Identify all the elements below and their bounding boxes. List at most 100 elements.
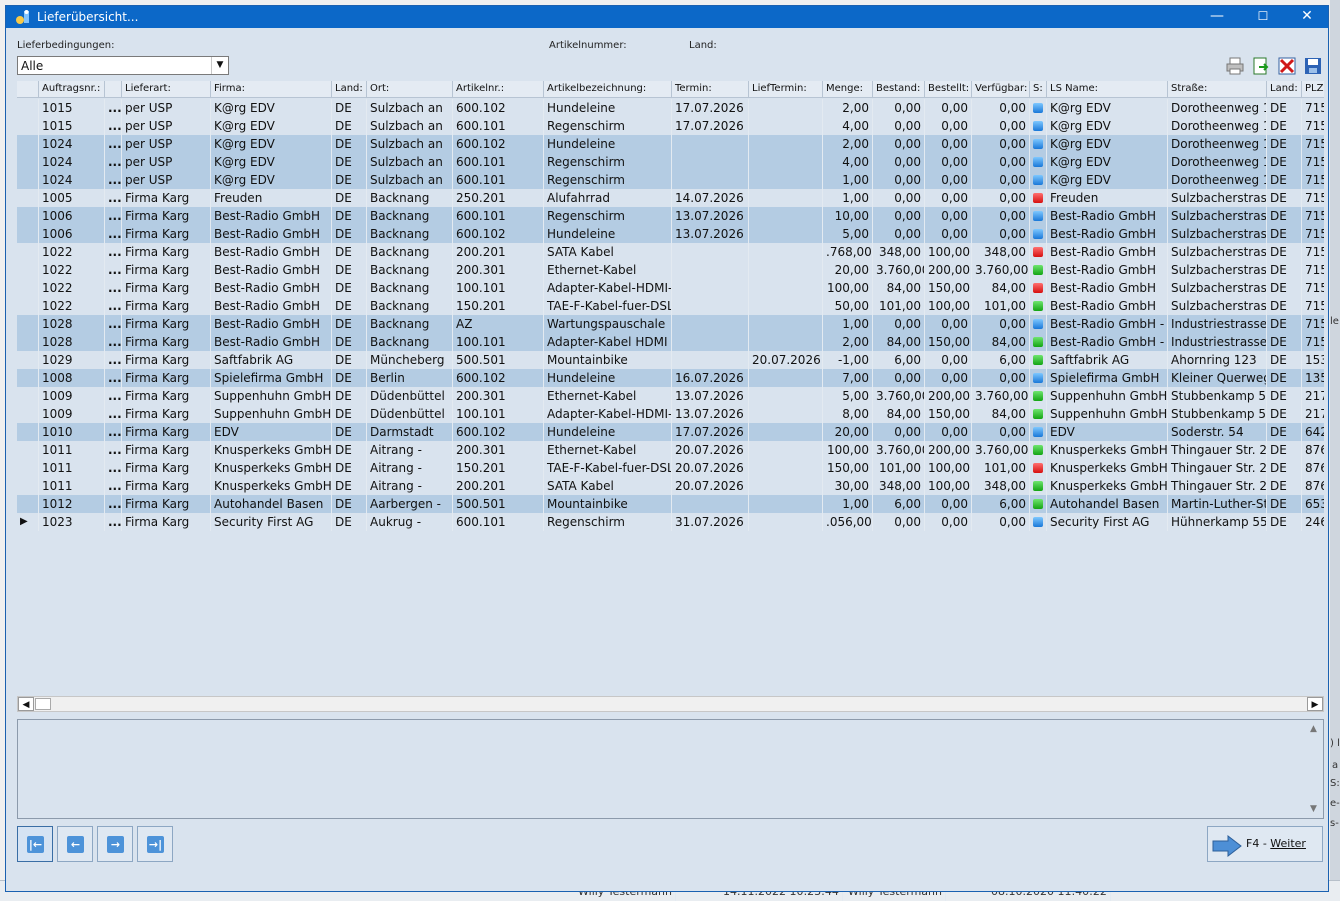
- chevron-down-icon[interactable]: ▼: [211, 57, 228, 74]
- table-row[interactable]: 1015... per USP K@rg EDV DE Sulzbach an 600.1…: [17, 99, 1324, 117]
- column-header-ls-name[interactable]: LS Name:: [1047, 81, 1168, 98]
- cell-land: DE: [332, 171, 367, 189]
- cell-details-button[interactable]: ...: [105, 405, 122, 423]
- table-row[interactable]: 1008... Firma Karg Spielefirma GmbH DE Berli…: [17, 369, 1324, 387]
- column-header-artikelnr[interactable]: Artikelnr.:: [453, 81, 544, 98]
- column-header-strasse[interactable]: Straße:: [1168, 81, 1267, 98]
- column-header-menge[interactable]: Menge:: [823, 81, 873, 98]
- column-header-row-indicator[interactable]: [17, 81, 39, 98]
- first-record-button[interactable]: |←: [17, 826, 53, 862]
- cell-details-button[interactable]: ...: [105, 513, 122, 531]
- table-row[interactable]: 1009... Firma Karg Suppenhuhn GmbH DE Düdenb…: [17, 387, 1324, 405]
- scroll-thumb[interactable]: [35, 698, 51, 710]
- next-record-button[interactable]: →: [97, 826, 133, 862]
- cell-row-indicator: [17, 333, 39, 351]
- cell-auftragsnr: 1022: [39, 243, 105, 261]
- table-row[interactable]: ▶ 1023... Firma Karg Security First AG DE Auk…: [17, 513, 1324, 531]
- column-header-bestellt[interactable]: Bestellt:: [925, 81, 972, 98]
- cell-menge: 7,00: [823, 369, 873, 387]
- table-row[interactable]: 1010... Firma Karg EDV DE Darmstadt 600.102 Hu…: [17, 423, 1324, 441]
- scroll-right-button[interactable]: ▶: [1307, 697, 1323, 711]
- cell-details-button[interactable]: ...: [105, 135, 122, 153]
- minimize-button[interactable]: —: [1194, 6, 1240, 28]
- table-row[interactable]: 1009... Firma Karg Suppenhuhn GmbH DE Düdenb…: [17, 405, 1324, 423]
- horizontal-scrollbar[interactable]: ◀ ▶: [17, 696, 1324, 712]
- column-header-bestand[interactable]: Bestand:: [873, 81, 925, 98]
- column-header-firma[interactable]: Firma:: [211, 81, 332, 98]
- cell-details-button[interactable]: ...: [105, 423, 122, 441]
- cell-details-button[interactable]: ...: [105, 117, 122, 135]
- cell-details-button[interactable]: ...: [105, 495, 122, 513]
- close-button[interactable]: ✕: [1284, 6, 1330, 28]
- table-row[interactable]: 1024... per USP K@rg EDV DE Sulzbach an 600.1…: [17, 135, 1324, 153]
- table-row[interactable]: 1005... Firma Karg Freuden DE Backnang 250.20…: [17, 189, 1324, 207]
- table-row[interactable]: 1006... Firma Karg Best-Radio GmbH DE Backna…: [17, 225, 1324, 243]
- vertical-scrollbar[interactable]: ▲ ▼: [1307, 720, 1323, 818]
- table-row[interactable]: 1011... Firma Karg Knusperkeks GmbH DE Aitra…: [17, 477, 1324, 495]
- table-row[interactable]: 1022... Firma Karg Best-Radio GmbH DE Backna…: [17, 261, 1324, 279]
- table-row[interactable]: 1011... Firma Karg Knusperkeks GmbH DE Aitra…: [17, 459, 1324, 477]
- cell-bestellt: 0,00: [925, 423, 972, 441]
- column-header-ort[interactable]: Ort:: [367, 81, 453, 98]
- column-header-verfuegbar[interactable]: Verfügbar:: [972, 81, 1030, 98]
- cell-details-button[interactable]: ...: [105, 153, 122, 171]
- table-row[interactable]: 1028... Firma Karg Best-Radio GmbH DE Backna…: [17, 315, 1324, 333]
- column-header-lieferart[interactable]: Lieferart:: [122, 81, 211, 98]
- column-header-land[interactable]: Land:: [1267, 81, 1302, 98]
- lieferbedingungen-select[interactable]: Alle ▼: [17, 56, 229, 75]
- cell-details-button[interactable]: ...: [105, 297, 122, 315]
- last-record-button[interactable]: →|: [137, 826, 173, 862]
- title-bar[interactable]: Lieferübersicht... — ☐ ✕: [6, 6, 1328, 28]
- cell-details-button[interactable]: ...: [105, 459, 122, 477]
- table-row[interactable]: 1015... per USP K@rg EDV DE Sulzbach an 600.1…: [17, 117, 1324, 135]
- scroll-down-button[interactable]: ▼: [1310, 804, 1317, 814]
- table-row[interactable]: 1024... per USP K@rg EDV DE Sulzbach an 600.1…: [17, 171, 1324, 189]
- scroll-left-button[interactable]: ◀: [18, 697, 34, 711]
- cell-details-button[interactable]: ...: [105, 171, 122, 189]
- table-row[interactable]: 1024... per USP K@rg EDV DE Sulzbach an 600.1…: [17, 153, 1324, 171]
- table-row[interactable]: 1029... Firma Karg Saftfabrik AG DE Münchebe…: [17, 351, 1324, 369]
- delete-icon[interactable]: [1277, 56, 1297, 76]
- column-header-status[interactable]: S:: [1030, 81, 1047, 98]
- maximize-button[interactable]: ☐: [1240, 6, 1286, 28]
- column-header-termin[interactable]: Termin:: [672, 81, 749, 98]
- cell-details-button[interactable]: ...: [105, 279, 122, 297]
- cell-details-button[interactable]: ...: [105, 261, 122, 279]
- notes-area[interactable]: ▲ ▼: [17, 719, 1324, 819]
- column-header-auftragsnr[interactable]: Auftragsnr.:: [39, 81, 105, 98]
- scroll-up-button[interactable]: ▲: [1310, 724, 1317, 734]
- cell-details-button[interactable]: ...: [105, 99, 122, 117]
- cell-details-button[interactable]: ...: [105, 333, 122, 351]
- export-icon[interactable]: [1251, 56, 1271, 76]
- cell-details-button[interactable]: ...: [105, 315, 122, 333]
- column-header-land[interactable]: Land:: [332, 81, 367, 98]
- cell-ort: Backnang: [367, 333, 453, 351]
- previous-record-button[interactable]: ←: [57, 826, 93, 862]
- cell-details-button[interactable]: ...: [105, 387, 122, 405]
- table-row[interactable]: 1022... Firma Karg Best-Radio GmbH DE Backna…: [17, 243, 1324, 261]
- cell-details-button[interactable]: ...: [105, 351, 122, 369]
- cell-termin: [672, 351, 749, 369]
- column-header-plz[interactable]: PLZ:: [1302, 81, 1324, 98]
- cell-details-button[interactable]: ...: [105, 225, 122, 243]
- column-header-artikelbezeichnung[interactable]: Artikelbezeichnung:: [544, 81, 672, 98]
- column-header-details-button[interactable]: [105, 81, 122, 98]
- table-row[interactable]: 1006... Firma Karg Best-Radio GmbH DE Backna…: [17, 207, 1324, 225]
- column-header-lieftermin[interactable]: LiefTermin:: [749, 81, 823, 98]
- table-row[interactable]: 1012... Firma Karg Autohandel Basen DE Aarbe…: [17, 495, 1324, 513]
- save-icon[interactable]: [1303, 56, 1323, 76]
- cell-details-button[interactable]: ...: [105, 207, 122, 225]
- printer-icon[interactable]: [1225, 56, 1245, 76]
- cell-details-button[interactable]: ...: [105, 441, 122, 459]
- table-row[interactable]: 1011... Firma Karg Knusperkeks GmbH DE Aitra…: [17, 441, 1324, 459]
- weiter-button[interactable]: F4 - Weiter: [1207, 826, 1323, 862]
- cell-details-button[interactable]: ...: [105, 189, 122, 207]
- table-row[interactable]: 1028... Firma Karg Best-Radio GmbH DE Backna…: [17, 333, 1324, 351]
- table-row[interactable]: 1022... Firma Karg Best-Radio GmbH DE Backna…: [17, 279, 1324, 297]
- cell-details-button[interactable]: ...: [105, 477, 122, 495]
- cell-artikelnr: 500.501: [453, 495, 544, 513]
- cell-details-button[interactable]: ...: [105, 243, 122, 261]
- table-row[interactable]: 1022... Firma Karg Best-Radio GmbH DE Backna…: [17, 297, 1324, 315]
- cell-details-button[interactable]: ...: [105, 369, 122, 387]
- cell-artikelbezeichnung: Hundeleine: [544, 135, 672, 153]
